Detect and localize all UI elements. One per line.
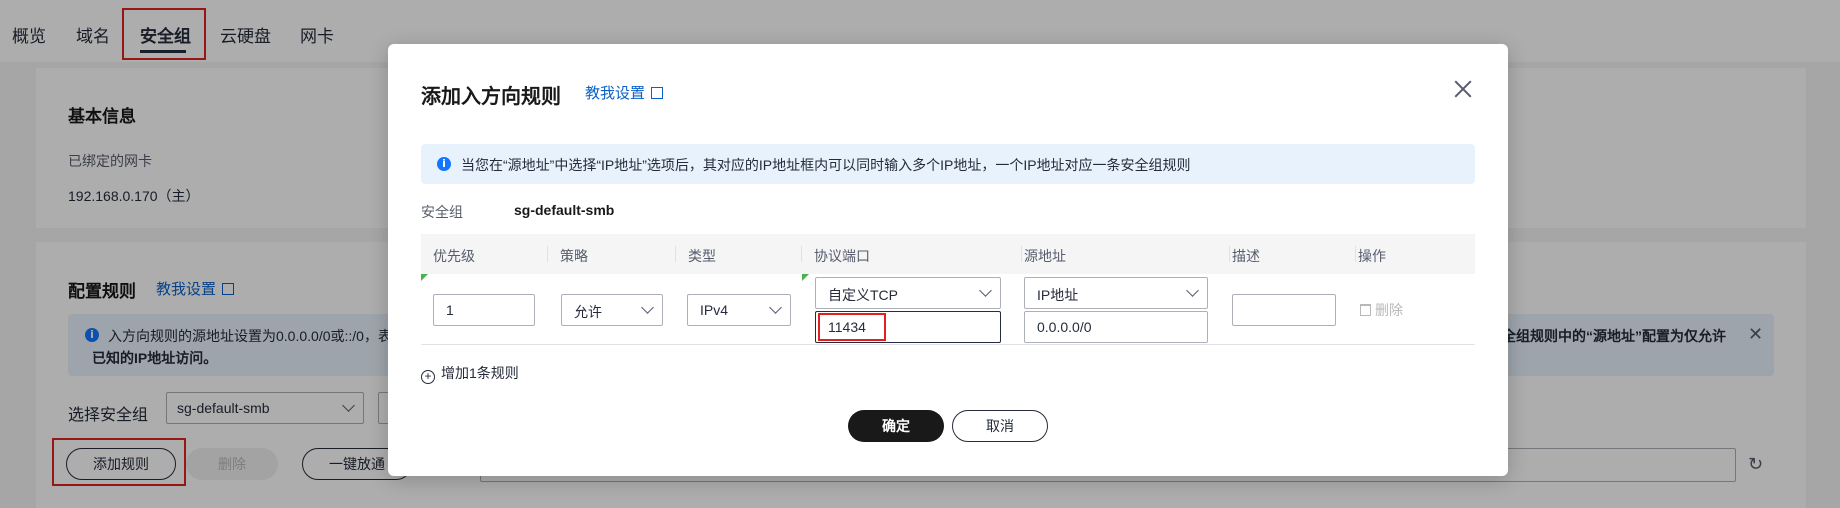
source-address-input[interactable] [1024,311,1208,343]
chevron-down-icon [769,301,782,314]
col-separator [547,246,548,262]
policy-select[interactable]: 允许 [561,294,663,326]
required-marker [421,274,428,281]
dialog-alert: i 当您在“源地址”中选择“IP地址”选项后，其对应的IP地址框内可以同时输入多… [421,144,1475,184]
type-select[interactable]: IPv4 [687,294,791,326]
info-icon: i [437,157,451,171]
row-divider [421,344,1475,345]
table-header: 优先级 策略 类型 协议端口 源地址 描述 操作 [421,234,1475,274]
col-separator [1021,246,1022,262]
col-type: 类型 [688,248,716,264]
sg-value: sg-default-smb [514,202,615,218]
col-source: 源地址 [1024,248,1066,264]
dialog-help-link[interactable]: 教我设置 [585,82,664,103]
col-separator [1229,246,1230,262]
dialog-title: 添加入方向规则 [421,86,561,108]
source-type-select[interactable]: IP地址 [1024,277,1208,309]
col-priority: 优先级 [433,248,475,264]
add-inbound-rule-dialog: 添加入方向规则 教我设置 i 当您在“源地址”中选择“IP地址”选项后，其对应的… [388,44,1508,476]
close-icon[interactable] [1454,80,1472,98]
external-link-icon [651,87,664,99]
trash-icon [1360,304,1371,316]
col-protocol-port: 协议端口 [814,248,870,264]
col-policy: 策略 [560,248,588,264]
chevron-down-icon [641,301,654,314]
col-operation: 操作 [1358,248,1386,264]
col-separator [801,246,802,262]
sg-label: 安全组 [421,204,463,220]
col-separator [1355,246,1356,262]
row-delete-button[interactable]: 删除 [1360,300,1403,320]
confirm-button[interactable]: 确定 [848,410,944,442]
dialog-alert-text: 当您在“源地址”中选择“IP地址”选项后，其对应的IP地址框内可以同时输入多个I… [461,157,1191,173]
chevron-down-icon [1186,284,1199,297]
highlight-box-port [818,313,886,341]
cancel-button[interactable]: 取消 [952,410,1048,442]
chevron-down-icon [979,284,992,297]
protocol-select[interactable]: 自定义TCP [815,277,1001,309]
add-one-rule-button[interactable]: + 增加1条规则 [421,363,519,384]
col-description: 描述 [1232,248,1260,264]
required-marker [802,274,809,281]
priority-input[interactable] [433,294,535,326]
plus-circle-icon: + [421,370,435,384]
col-separator [675,246,676,262]
description-input[interactable] [1232,294,1336,326]
